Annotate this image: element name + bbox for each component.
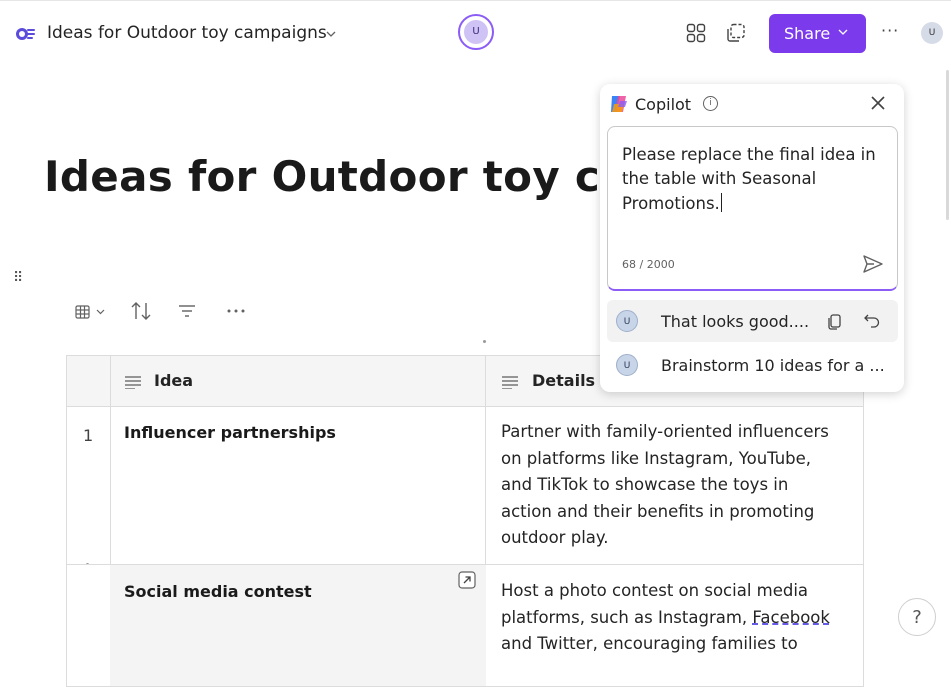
- filter-icon[interactable]: [178, 303, 196, 323]
- undo-icon[interactable]: [863, 312, 881, 330]
- table-more-icon[interactable]: [226, 300, 246, 324]
- row-number-cell: [67, 565, 110, 686]
- prompt-text: Please replace the final idea in the tab…: [622, 143, 882, 216]
- idea-cell[interactable]: Influencer partnerships: [124, 423, 336, 442]
- info-icon[interactable]: i: [703, 96, 718, 111]
- user-avatar[interactable]: U: [921, 22, 943, 44]
- copy-icon[interactable]: [826, 312, 844, 330]
- expand-row-icon[interactable]: [458, 571, 476, 589]
- spellcheck-flagged-word[interactable]: Facebook: [752, 608, 830, 627]
- sort-icon[interactable]: [129, 300, 153, 326]
- character-count: 68 / 2000: [622, 258, 675, 271]
- details-text-part: and Twitter, encouraging families to: [501, 634, 798, 654]
- details-cell[interactable]: Host a photo contest on social media pla…: [501, 578, 841, 658]
- copy-page-icon[interactable]: [726, 23, 746, 43]
- suggestion-avatar: U: [616, 354, 638, 376]
- copilot-prompt-input[interactable]: Please replace the final idea in the tab…: [607, 126, 898, 291]
- drag-handle-icon[interactable]: ⠿: [13, 270, 23, 286]
- table-row: 1 Influencer partnerships Partner with f…: [67, 406, 863, 565]
- row-number: 1: [83, 426, 94, 445]
- text-column-icon: [501, 374, 519, 390]
- table-view-icon[interactable]: [75, 304, 107, 324]
- loop-app-icon: [14, 23, 36, 43]
- text-column-icon: [124, 374, 142, 390]
- apps-grid-icon[interactable]: [686, 23, 706, 43]
- top-bar: Ideas for Outdoor toy campaigns U Share …: [0, 0, 951, 65]
- suggestion-avatar: U: [616, 310, 638, 332]
- suggestion-item[interactable]: U Brainstorm 10 ideas for a ...: [607, 344, 898, 386]
- suggestion-item[interactable]: U That looks good....: [607, 300, 898, 342]
- send-icon[interactable]: [862, 253, 884, 275]
- column-header-idea[interactable]: Idea: [154, 371, 193, 390]
- share-chevron-icon: [838, 14, 848, 53]
- copilot-panel: Copilot i Please replace the final idea …: [600, 84, 904, 392]
- chevron-down-icon[interactable]: [326, 28, 336, 41]
- text-caret: [720, 192, 722, 212]
- column-handle[interactable]: [483, 340, 486, 343]
- presence-avatar[interactable]: U: [458, 14, 494, 50]
- share-label: Share: [784, 24, 831, 43]
- more-options-icon[interactable]: ···: [881, 21, 899, 40]
- document-title[interactable]: Ideas for Outdoor toy campaigns: [47, 23, 327, 43]
- table-row: Social media contest Host a photo contes…: [67, 565, 863, 686]
- scrollbar[interactable]: [946, 70, 949, 220]
- close-icon[interactable]: [868, 93, 888, 113]
- ideas-table: Idea Details 1 Influencer partnerships P…: [66, 355, 864, 687]
- presence-initial: U: [464, 20, 488, 44]
- copilot-logo-icon: [608, 93, 630, 115]
- details-cell[interactable]: Partner with family-oriented influencers…: [501, 419, 841, 552]
- help-button[interactable]: ?: [898, 598, 936, 636]
- suggestion-text: Brainstorm 10 ideas for a ...: [661, 356, 885, 375]
- suggestion-text: That looks good....: [661, 312, 810, 331]
- prompt-text-value: Please replace the final idea in the tab…: [622, 145, 876, 213]
- column-header-details[interactable]: Details: [532, 371, 595, 390]
- share-button[interactable]: Share: [769, 14, 866, 53]
- idea-cell[interactable]: Social media contest: [124, 582, 312, 601]
- copilot-title: Copilot: [635, 95, 692, 114]
